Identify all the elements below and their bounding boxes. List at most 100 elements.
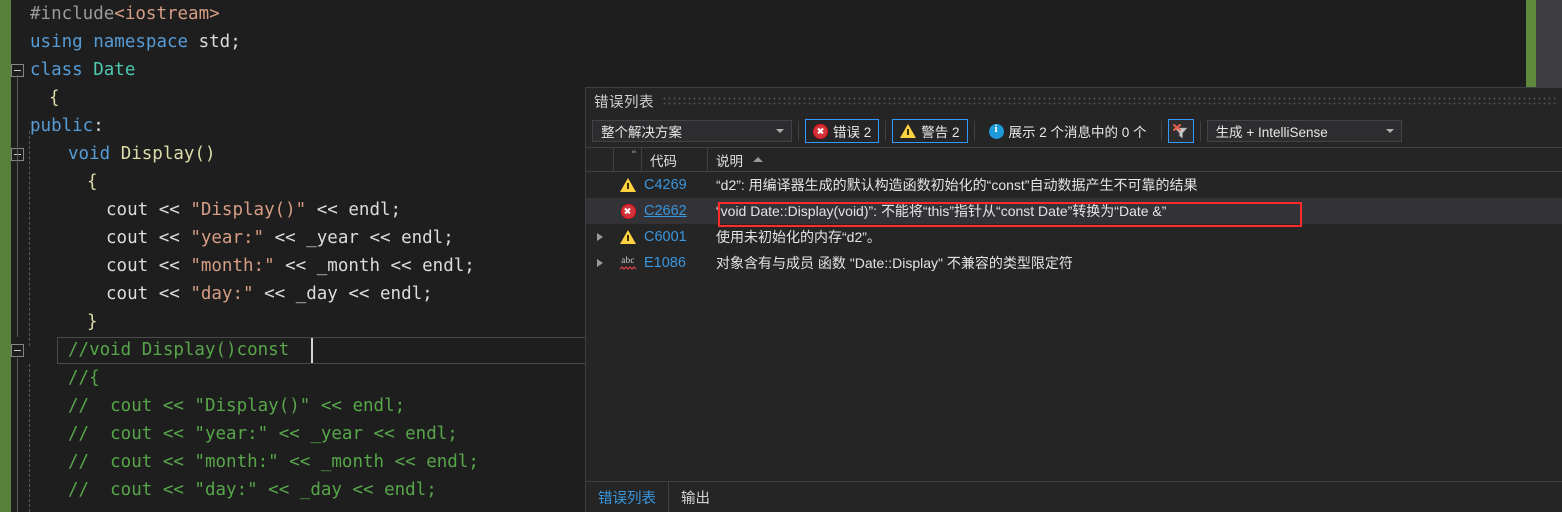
table-row[interactable]: C2662 “void Date::Display(void)”: 不能将“thi… xyxy=(586,198,1562,224)
column-header-severity[interactable] xyxy=(614,148,642,171)
indent-guide xyxy=(29,364,31,512)
code-token: endl; xyxy=(380,284,433,304)
code-token: cout xyxy=(106,256,149,276)
code-token: class xyxy=(30,60,83,80)
code-line[interactable]: class Date xyxy=(22,56,1542,84)
toolbar-separator xyxy=(885,121,887,141)
row-code-link[interactable]: C6001 xyxy=(642,229,710,245)
toolbar-separator xyxy=(1160,121,1162,141)
code-token: "Display()" xyxy=(190,200,307,220)
code-token: using xyxy=(30,32,83,52)
code-line[interactable]: #include<iostream> xyxy=(22,0,1542,28)
warnings-filter-button[interactable]: 警告 2 xyxy=(892,119,968,143)
code-token: cout xyxy=(106,200,149,220)
code-token: { xyxy=(49,88,60,108)
row-description: 对象含有与成员 函数 "Date::Display" 不兼容的类型限定符 xyxy=(716,255,1073,271)
code-token: << xyxy=(148,284,191,304)
error-list-toolbar[interactable]: 整个解决方案 错误 2 警告 2 展示 2 个消息中的 0 个 xyxy=(586,115,1562,147)
row-description: 使用未初始化的内存“d2”。 xyxy=(716,229,881,245)
code-token: _month xyxy=(316,256,380,276)
sort-ascending-icon xyxy=(753,157,763,162)
row-expander[interactable] xyxy=(586,259,614,267)
messages-filter-button[interactable]: 展示 2 个消息中的 0 个 xyxy=(981,119,1155,143)
build-source-dropdown[interactable]: 生成 + IntelliSense xyxy=(1206,120,1402,142)
code-token: Display xyxy=(120,144,195,164)
code-token: << xyxy=(148,228,191,248)
toolbar-separator xyxy=(798,121,799,141)
column-header-description[interactable]: 说明 xyxy=(708,148,1562,171)
row-severity-cell xyxy=(614,230,642,244)
scope-dropdown-label: 整个解决方案 xyxy=(601,125,682,140)
code-token: << xyxy=(379,256,423,276)
squiggle-icon xyxy=(620,266,636,270)
code-token: << xyxy=(306,200,349,220)
panel-title: 错误列表 xyxy=(594,95,654,111)
code-token: public xyxy=(30,116,94,136)
row-code-link[interactable]: E1086 xyxy=(642,255,710,271)
code-token: #include xyxy=(30,4,115,24)
fold-toggle-icon[interactable] xyxy=(11,344,24,357)
scrollbar-thumb[interactable] xyxy=(1526,0,1536,95)
table-row[interactable]: C6001 使用未初始化的内存“d2”。 xyxy=(586,224,1562,250)
code-token: void xyxy=(68,144,111,164)
code-token: _day xyxy=(295,284,338,304)
text-caret xyxy=(311,338,313,363)
code-token: cout xyxy=(106,284,149,304)
toolbar-separator xyxy=(1199,121,1201,141)
code-token: << xyxy=(253,284,296,304)
info-icon xyxy=(988,123,1004,139)
column-header-expander xyxy=(586,148,614,171)
code-token: : xyxy=(93,116,104,136)
code-token: << xyxy=(148,200,191,220)
row-description: “void Date::Display(void)”: 不能将“this”指针从… xyxy=(716,203,1167,219)
table-row[interactable]: C4269 “d2”: 用编译器生成的默认构造函数初始化的“const”自动数据产… xyxy=(586,172,1562,198)
scope-dropdown[interactable]: 整个解决方案 xyxy=(592,120,792,142)
indent-guide xyxy=(29,131,31,346)
code-token: << xyxy=(337,284,380,304)
intellisense-icon-text: abc xyxy=(621,255,635,265)
table-row[interactable]: abc E1086 对象含有与成员 函数 "Date::Display" 不兼容的类… xyxy=(586,250,1562,276)
warning-icon xyxy=(900,124,917,138)
code-token: endl; xyxy=(348,200,402,220)
code-token: cout xyxy=(106,228,149,248)
code-token: << xyxy=(358,228,402,248)
code-token: Date xyxy=(93,60,136,80)
row-expander[interactable] xyxy=(586,233,614,241)
panel-drag-handle[interactable] xyxy=(662,96,1556,107)
code-token: // cout << "year:" << _year << endl; xyxy=(68,424,458,444)
column-header-code[interactable]: 代码 xyxy=(642,148,708,171)
toolbar-separator xyxy=(973,121,975,141)
code-token: << xyxy=(274,256,317,276)
row-code-link[interactable]: C2662 xyxy=(642,203,710,219)
code-token: { xyxy=(87,172,98,192)
error-list-column-headers[interactable]: 代码 说明 xyxy=(586,147,1562,172)
code-line[interactable]: using namespace std; xyxy=(22,28,1542,56)
code-token: endl; xyxy=(401,228,454,248)
panel-bottom-tabs[interactable]: 错误列表 输出 xyxy=(586,481,1562,512)
tab-error-list[interactable]: 错误列表 xyxy=(586,482,669,512)
code-token: } xyxy=(87,312,98,332)
change-indicator-bar xyxy=(0,0,11,512)
code-token: endl; xyxy=(422,256,475,276)
error-icon xyxy=(620,203,636,219)
row-severity-cell xyxy=(614,178,642,192)
warning-icon xyxy=(620,178,636,192)
errors-filter-button[interactable]: 错误 2 xyxy=(805,119,880,143)
warnings-filter-label: 警告 2 xyxy=(921,125,960,140)
clear-filter-button[interactable] xyxy=(1167,119,1194,143)
column-header-description-label: 说明 xyxy=(716,153,743,169)
row-code-link[interactable]: C4269 xyxy=(642,177,710,193)
code-token: () xyxy=(194,144,216,164)
tab-output[interactable]: 输出 xyxy=(669,482,722,512)
code-token: "day:" xyxy=(190,284,254,304)
code-token: // cout << "Display()" << endl; xyxy=(68,396,406,416)
chevron-down-icon xyxy=(1385,129,1394,133)
error-list-rows[interactable]: C4269 “d2”: 用编译器生成的默认构造函数初始化的“const”自动数据产… xyxy=(586,172,1562,276)
code-token: //void Display()const xyxy=(68,340,290,360)
panel-title-bar: 错误列表 xyxy=(586,88,1562,115)
error-list-panel[interactable]: 错误列表 整个解决方案 错误 2 警告 2 展示 2 个消息中的 0 个 xyxy=(585,87,1562,512)
